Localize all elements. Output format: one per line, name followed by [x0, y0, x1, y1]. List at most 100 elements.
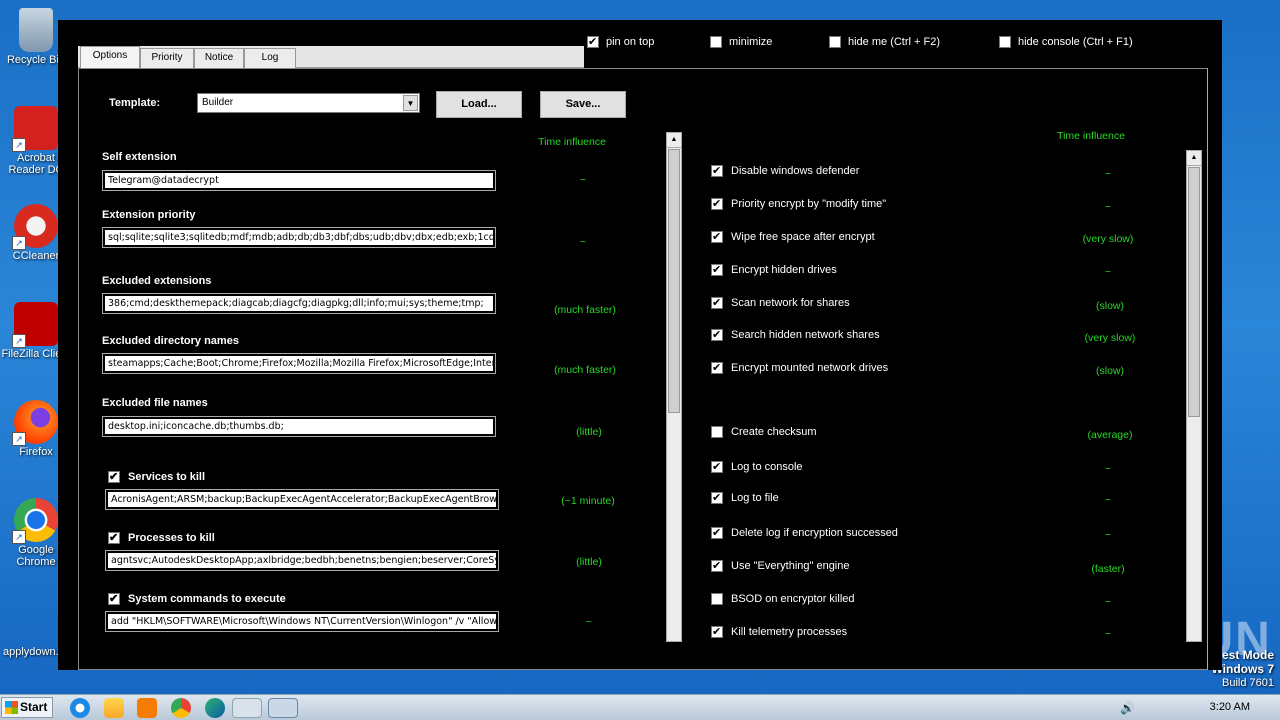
checkbox[interactable] [711, 526, 723, 540]
extension-priority-input[interactable]: sql;sqlite;sqlite3;sqlitedb;mdf;mdb;adb;… [102, 227, 496, 248]
time-influence-value: ~ [1104, 494, 1112, 506]
tab-notice[interactable]: Notice [194, 48, 244, 68]
excluded-files-label: Excluded file names [102, 397, 208, 409]
system-commands-checkbox[interactable]: System commands to execute [108, 592, 286, 606]
right-option-checkbox[interactable]: Search hidden network shares [711, 328, 880, 342]
tab-options[interactable]: Options [80, 46, 140, 68]
template-select[interactable]: Builder ▼ [197, 93, 420, 113]
time-influence-value: (slow) [1096, 300, 1124, 312]
scroll-thumb[interactable] [1188, 167, 1200, 417]
checkbox[interactable] [711, 460, 723, 474]
right-option-checkbox[interactable]: Encrypt mounted network drives [711, 361, 888, 375]
shortcut-arrow-icon: ↗ [12, 334, 26, 348]
right-option-checkbox[interactable]: Create checksum [711, 426, 817, 438]
right-option-checkbox[interactable]: Delete log if encryption successed [711, 526, 898, 540]
processes-to-kill-checkbox[interactable]: Processes to kill [108, 531, 215, 545]
load-button[interactable]: Load... [436, 91, 522, 118]
time-influence-value: (much faster) [554, 364, 616, 376]
time-influence-value: (little) [576, 556, 602, 568]
window-icon[interactable] [232, 698, 262, 718]
desktop-icon-label: Acrobat Reader DC [8, 152, 64, 176]
excluded-extensions-input[interactable]: 386;cmd;deskthemepack;diagcab;diagcfg;di… [102, 293, 496, 314]
right-option-checkbox[interactable]: Scan network for shares [711, 296, 850, 310]
chevron-down-icon[interactable]: ▼ [403, 95, 418, 111]
app-icon[interactable] [268, 698, 298, 718]
hide-console-toggle[interactable]: hide console (Ctrl + F1) [999, 36, 1133, 48]
checkbox[interactable] [711, 491, 723, 505]
right-option-checkbox[interactable]: Encrypt hidden drives [711, 263, 837, 277]
right-scrollbar[interactable]: ▲ [1186, 150, 1202, 642]
scroll-thumb[interactable] [668, 149, 680, 413]
filezilla-icon: ↗ [12, 302, 58, 348]
checkbox[interactable] [108, 531, 120, 545]
checkbox[interactable] [711, 230, 723, 244]
self-extension-label: Self extension [102, 151, 177, 163]
checkbox-label: Priority encrypt by "modify time" [731, 198, 887, 210]
checkbox-label: pin on top [606, 36, 655, 48]
media-player-icon[interactable] [137, 698, 157, 718]
ie-icon[interactable] [70, 698, 90, 718]
checkbox[interactable] [711, 426, 723, 438]
clock[interactable]: 3:20 AM [1210, 701, 1250, 713]
checkbox[interactable] [108, 470, 120, 484]
scroll-up-icon[interactable]: ▲ [667, 133, 681, 148]
time-influence-value: (much faster) [554, 304, 616, 316]
checkbox[interactable] [710, 36, 722, 48]
save-button[interactable]: Save... [540, 91, 626, 118]
system-tray: 🔊 3:20 AM [1120, 695, 1280, 720]
right-option-checkbox[interactable]: Log to console [711, 460, 803, 474]
right-option-checkbox[interactable]: Kill telemetry processes [711, 625, 848, 639]
pin-on-top-toggle[interactable]: pin on top [587, 35, 655, 49]
system-commands-input[interactable]: add "HKLM\SOFTWARE\Microsoft\Windows NT\… [105, 611, 499, 632]
checkbox[interactable] [711, 328, 723, 342]
template-value: Builder [202, 97, 234, 108]
services-to-kill-checkbox[interactable]: Services to kill [108, 470, 206, 484]
checkbox-label: Kill telemetry processes [731, 626, 848, 638]
checkbox-label: Use "Everything" engine [731, 560, 850, 572]
excluded-dirs-input[interactable]: steamapps;Cache;Boot;Chrome;Firefox;Mozi… [102, 353, 496, 374]
right-option-checkbox[interactable]: Disable windows defender [711, 164, 859, 178]
tab-log[interactable]: Log [244, 48, 296, 68]
time-influence-value: ~ [579, 236, 587, 248]
tab-priority[interactable]: Priority [140, 48, 194, 68]
start-label: Start [20, 700, 48, 714]
excluded-dirs-label: Excluded directory names [102, 335, 239, 347]
checkbox-label: Services to kill [128, 471, 206, 483]
services-to-kill-input[interactable]: AcronisAgent;ARSM;backup;BackupExecAgent… [105, 489, 499, 510]
right-option-checkbox[interactable]: Log to file [711, 491, 779, 505]
chrome-icon[interactable] [171, 698, 191, 718]
explorer-icon[interactable] [104, 698, 124, 718]
processes-to-kill-input[interactable]: agntsvc;AutodeskDesktopApp;axlbridge;bed… [105, 550, 499, 571]
right-option-checkbox[interactable]: Wipe free space after encrypt [711, 230, 875, 244]
checkbox[interactable] [829, 36, 841, 48]
checkbox[interactable] [711, 625, 723, 639]
checkbox[interactable] [587, 35, 599, 49]
volume-icon[interactable]: 🔊 [1120, 701, 1135, 715]
minimize-toggle[interactable]: minimize [710, 36, 772, 48]
checkbox[interactable] [711, 361, 723, 375]
scroll-up-icon[interactable]: ▲ [1187, 151, 1201, 166]
shortcut-arrow-icon: ↗ [12, 138, 26, 152]
recycle-bin-icon [19, 8, 53, 52]
time-influence-value: ~ [1104, 168, 1112, 180]
right-option-checkbox[interactable]: BSOD on encryptor killed [711, 593, 855, 605]
time-influence-header: Time influence [538, 136, 606, 148]
edge-icon[interactable] [205, 698, 225, 718]
checkbox[interactable] [711, 164, 723, 178]
checkbox[interactable] [711, 197, 723, 211]
checkbox[interactable] [711, 296, 723, 310]
app-window: Options Priority Notice Log pin on top m… [58, 20, 1222, 670]
checkbox[interactable] [711, 263, 723, 277]
checkbox[interactable] [711, 559, 723, 573]
checkbox[interactable] [999, 36, 1011, 48]
left-scrollbar[interactable]: ▲ [666, 132, 682, 642]
checkbox-label: Search hidden network shares [731, 329, 880, 341]
right-option-checkbox[interactable]: Priority encrypt by "modify time" [711, 197, 887, 211]
start-button[interactable]: Start [1, 697, 53, 718]
checkbox[interactable] [711, 593, 723, 605]
right-option-checkbox[interactable]: Use "Everything" engine [711, 559, 850, 573]
hide-me-toggle[interactable]: hide me (Ctrl + F2) [829, 36, 940, 48]
excluded-files-input[interactable]: desktop.ini;iconcache.db;thumbs.db; [102, 416, 496, 437]
checkbox[interactable] [108, 592, 120, 606]
self-extension-input[interactable]: Telegram@datadecrypt [102, 170, 496, 191]
